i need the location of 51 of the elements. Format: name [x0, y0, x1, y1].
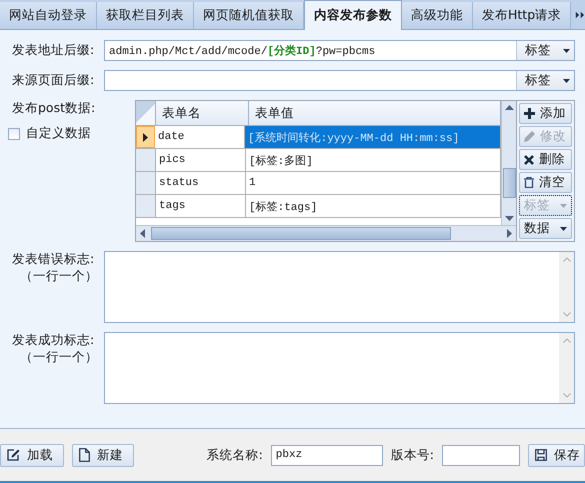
row-pointer-icon	[143, 132, 148, 142]
scroll-left-icon[interactable]	[140, 229, 145, 238]
trash-icon	[524, 177, 534, 188]
scroll-arrows-icon[interactable]	[575, 10, 585, 20]
field-note: （一行一个）	[20, 349, 98, 366]
scroll-right-icon[interactable]	[507, 229, 512, 238]
save-button[interactable]: 保存	[528, 444, 585, 466]
edit-icon	[7, 449, 20, 461]
scroll-thumb[interactable]	[151, 227, 451, 240]
tab[interactable]: 网页随机值获取	[194, 2, 304, 29]
footer-button[interactable]: 新建	[72, 444, 134, 466]
checkbox[interactable]	[8, 128, 20, 140]
field-note: （一行一个）	[20, 268, 98, 285]
table-cell: tags	[156, 195, 246, 217]
tab[interactable]: 内容发布参数	[304, 0, 402, 30]
scroll-up-icon[interactable]	[504, 105, 514, 110]
pencil-icon	[524, 131, 535, 142]
column-header[interactable]: 表单名	[156, 101, 249, 125]
table-cell: pics	[156, 149, 246, 171]
scroll-down-icon[interactable]	[504, 216, 514, 221]
field-label: 发布post数据:	[12, 100, 96, 117]
table-cell: status	[156, 172, 246, 194]
footer-button[interactable]: 加载	[0, 444, 64, 466]
action-button[interactable]: 删除	[519, 149, 572, 170]
tab[interactable]: 网站自动登录	[0, 2, 97, 29]
close-icon	[524, 154, 534, 164]
version-field[interactable]	[442, 444, 520, 466]
system-name-field[interactable]: pbxz	[270, 444, 383, 466]
action-button[interactable]: 添加	[519, 103, 572, 124]
document-icon	[79, 448, 90, 462]
horizontal-scrollbar[interactable]	[136, 225, 516, 241]
field-label: 发表成功标志:	[12, 332, 96, 349]
caret-icon	[560, 226, 567, 230]
table-cell: [系统时间转化:yyyy-MM-dd HH:mm:ss]	[245, 126, 501, 148]
vertical-scrollbar[interactable]	[501, 101, 516, 225]
tab[interactable]: 获取栏目列表	[97, 2, 194, 29]
field-label: 发表地址后缀:	[12, 42, 96, 59]
save-icon	[535, 449, 547, 461]
checkbox-label: 自定义数据	[26, 125, 91, 142]
action-button[interactable]: 清空	[519, 172, 572, 193]
field-label: 来源页面后缀:	[12, 72, 96, 89]
caret-icon	[560, 204, 567, 208]
row-header[interactable]	[136, 126, 155, 148]
scroll-thumb[interactable]	[502, 168, 516, 198]
tab[interactable]: 高级功能	[402, 2, 473, 29]
plus-icon	[524, 108, 535, 119]
field-label: 版本号:	[390, 446, 434, 464]
tab[interactable]: 发布Http请求	[473, 2, 572, 29]
dropdown-button[interactable]: 数据	[519, 218, 572, 239]
field-label: 系统名称:	[206, 446, 263, 464]
field-label: 发表错误标志:	[12, 251, 96, 268]
